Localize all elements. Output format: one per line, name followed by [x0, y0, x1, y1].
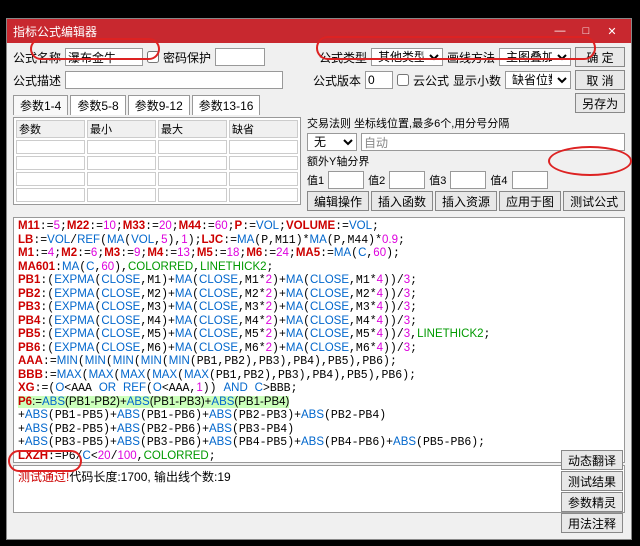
- v3-input[interactable]: [450, 171, 486, 189]
- tab-params-5-8[interactable]: 参数5-8: [70, 95, 125, 115]
- edit-ops-button[interactable]: 编辑操作: [307, 191, 369, 211]
- editor-window: 指标公式编辑器 — □ ✕ 公式名称 密码保护 公式类型 其他类型 画线方法 主…: [6, 18, 632, 540]
- ver-input[interactable]: [365, 71, 393, 89]
- test-result-button[interactable]: 测试结果: [561, 471, 623, 491]
- param-block: 参数1-4 参数5-8 参数9-12 参数13-16 参数最小最大缺省: [13, 93, 301, 211]
- minimize-icon[interactable]: —: [547, 22, 573, 40]
- insert-res-button[interactable]: 插入资源: [435, 191, 497, 211]
- v2-input[interactable]: [389, 171, 425, 189]
- status-text: 代码长度:1700, 输出线个数:19: [69, 470, 230, 484]
- extray-label: 额外Y轴分界: [307, 153, 369, 169]
- desc-input[interactable]: [65, 71, 283, 89]
- type-label: 公式类型: [319, 49, 367, 66]
- dec-select[interactable]: 缺省位数: [505, 71, 571, 89]
- tab-params-13-16[interactable]: 参数13-16: [192, 95, 261, 115]
- pwd-label: 密码保护: [163, 49, 211, 66]
- param-wizard-button[interactable]: 参数精灵: [561, 492, 623, 512]
- right-panel: 另存为 交易法则 坐标线位置,最多6个,用分号分隔 无 额外Y轴分界 值1 值2…: [307, 93, 625, 211]
- status-bar: 测试通过!代码长度:1700, 输出线个数:19: [13, 465, 625, 513]
- saveas-button[interactable]: 另存为: [575, 93, 625, 113]
- draw-label: 画线方法: [447, 49, 495, 66]
- maximize-icon[interactable]: □: [573, 22, 599, 40]
- tab-params-1-4[interactable]: 参数1-4: [13, 95, 68, 115]
- usage-note-button[interactable]: 用法注释: [561, 513, 623, 533]
- cloud-label: 云公式: [413, 72, 449, 89]
- titlebar: 指标公式编辑器 — □ ✕: [7, 19, 631, 43]
- auto-input[interactable]: [361, 133, 625, 151]
- trade-label: 交易法则 坐标线位置,最多6个,用分号分隔: [307, 115, 509, 131]
- code-editor[interactable]: M11:=5;M22:=10;M33:=20;M44:=60;P:=VOL;VO…: [13, 217, 625, 463]
- form-area: 公式名称 密码保护 公式类型 其他类型 画线方法 主图叠加 确 定 公式描述 公…: [7, 43, 631, 215]
- side-buttons: 动态翻译 测试结果 参数精灵 用法注释: [561, 450, 623, 533]
- ver-label: 公式版本: [313, 72, 361, 89]
- test-pass-label: 测试通过!: [18, 470, 69, 484]
- v1-input[interactable]: [328, 171, 364, 189]
- name-input[interactable]: [65, 48, 143, 66]
- draw-select[interactable]: 主图叠加: [499, 48, 571, 66]
- desc-label: 公式描述: [13, 72, 61, 89]
- test-formula-button[interactable]: 测试公式: [563, 191, 625, 211]
- cloud-checkbox[interactable]: [397, 74, 409, 86]
- pwd-input[interactable]: [215, 48, 265, 66]
- close-icon[interactable]: ✕: [599, 22, 625, 40]
- apply-chart-button[interactable]: 应用于图: [499, 191, 561, 211]
- name-label: 公式名称: [13, 49, 61, 66]
- dyn-translate-button[interactable]: 动态翻译: [561, 450, 623, 470]
- pwd-checkbox[interactable]: [147, 51, 159, 63]
- insert-func-button[interactable]: 插入函数: [371, 191, 433, 211]
- v4-input[interactable]: [512, 171, 548, 189]
- type-select[interactable]: 其他类型: [371, 48, 443, 66]
- window-title: 指标公式编辑器: [13, 23, 547, 40]
- dec-label: 显示小数: [453, 72, 501, 89]
- tab-params-9-12[interactable]: 参数9-12: [128, 95, 190, 115]
- ok-button[interactable]: 确 定: [575, 47, 625, 67]
- cancel-button[interactable]: 取 消: [575, 70, 625, 90]
- param-table[interactable]: 参数最小最大缺省: [13, 117, 301, 205]
- trade-select[interactable]: 无: [307, 133, 357, 151]
